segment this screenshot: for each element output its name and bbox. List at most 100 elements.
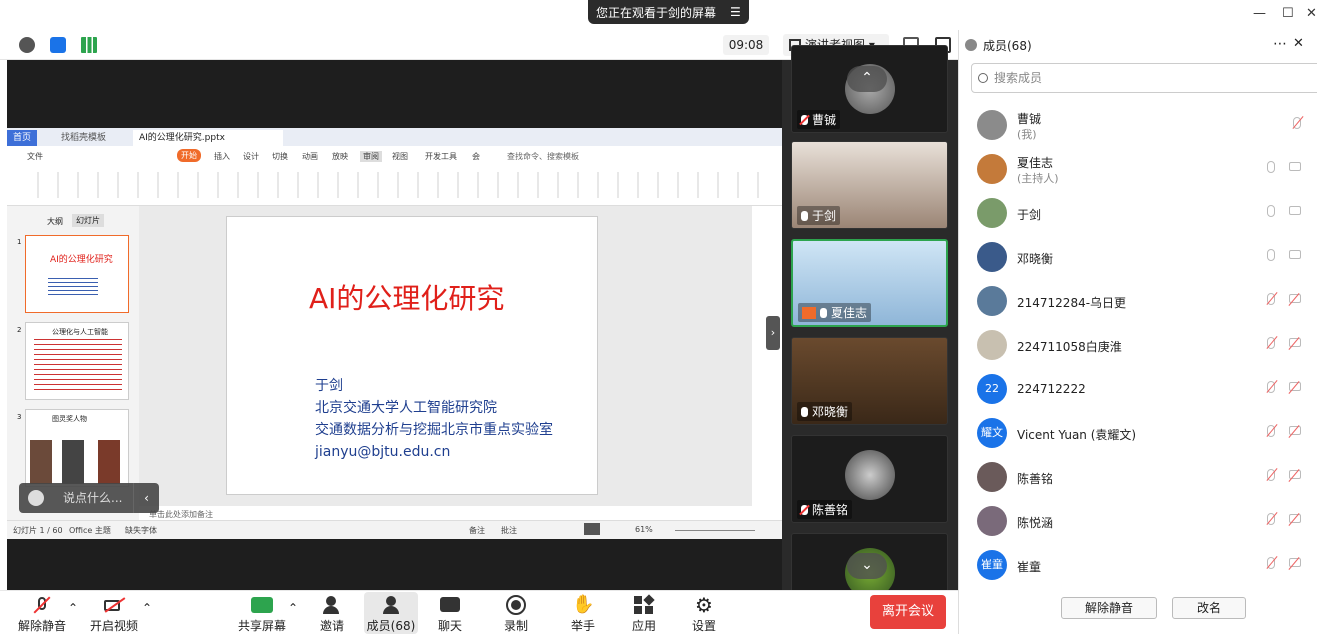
ribbon-icons[interactable]: [19, 172, 759, 198]
record-button[interactable]: 录制: [504, 595, 528, 634]
rename-button[interactable]: 改名: [1172, 597, 1246, 619]
camera-off-icon[interactable]: [1289, 470, 1301, 479]
play-icon[interactable]: [584, 523, 600, 535]
signal-icon[interactable]: [81, 37, 97, 53]
mic-off-icon[interactable]: [1267, 381, 1275, 393]
members-button[interactable]: 成员(68): [364, 592, 418, 634]
outline-tab[interactable]: 大纲: [47, 216, 63, 227]
info-icon[interactable]: [19, 37, 35, 53]
minimize-icon[interactable]: —: [1253, 6, 1266, 21]
member-row[interactable]: 陈悦涵: [975, 500, 1315, 540]
share-screen-button[interactable]: 共享屏幕: [238, 595, 286, 634]
shield-icon[interactable]: [50, 37, 66, 53]
scroll-down-icon[interactable]: ⌄: [847, 553, 887, 579]
menu-home[interactable]: 开始: [177, 149, 201, 162]
close-panel-icon[interactable]: ✕: [1293, 36, 1304, 51]
emoji-icon[interactable]: [28, 490, 44, 506]
camera-icon[interactable]: [1289, 162, 1301, 171]
member-row[interactable]: 耀文 Vicent Yuan (袁耀文): [975, 412, 1315, 452]
video-tile[interactable]: 于剑: [791, 141, 948, 229]
wps-search[interactable]: 查找命令、搜索模板: [507, 151, 579, 162]
wps-tab-template[interactable]: 找稻壳模板: [55, 130, 112, 146]
collapse-chat-icon[interactable]: ‹: [133, 483, 159, 513]
status-notes[interactable]: 备注: [469, 525, 485, 536]
strip-toggle-icon[interactable]: ›: [766, 316, 780, 350]
close-icon[interactable]: ✕: [1306, 6, 1317, 21]
member-row[interactable]: 曹铖 (我): [975, 104, 1315, 144]
slide-thumb-1[interactable]: AI的公理化研究: [25, 235, 129, 313]
scroll-up-icon[interactable]: ⌃: [847, 66, 887, 92]
menu-icon[interactable]: ☰: [730, 5, 741, 19]
member-search-input[interactable]: 搜索成员: [971, 63, 1317, 93]
member-row[interactable]: 陈善铭: [975, 456, 1315, 496]
more-icon[interactable]: ⋯: [1273, 36, 1287, 52]
mic-off-icon[interactable]: [1293, 117, 1301, 129]
member-row[interactable]: 于剑: [975, 192, 1315, 232]
camera-off-icon[interactable]: [1289, 426, 1301, 435]
member-row[interactable]: 214712284-乌日更: [975, 280, 1315, 320]
menu-file[interactable]: 文件: [27, 151, 43, 162]
camera-off-icon[interactable]: [1289, 558, 1301, 567]
leave-meeting-button[interactable]: 离开会议: [870, 595, 946, 629]
menu-more[interactable]: 会: [472, 151, 480, 162]
menu-slideshow[interactable]: 放映: [332, 151, 348, 162]
invite-button[interactable]: 邀请: [320, 595, 344, 634]
thumb-photo: [30, 440, 52, 484]
camera-off-icon[interactable]: [1289, 338, 1301, 347]
menu-devtools[interactable]: 开发工具: [425, 151, 457, 162]
menu-transition[interactable]: 切换: [272, 151, 288, 162]
status-comment[interactable]: 批注: [501, 525, 517, 536]
share-banner[interactable]: 您正在观看于剑的屏幕 ☰: [588, 0, 749, 24]
mic-icon[interactable]: [1267, 205, 1275, 217]
mic-off-icon[interactable]: [1267, 293, 1275, 305]
video-tile[interactable]: 邓晓衡: [791, 337, 948, 425]
share-label: 共享屏幕: [238, 619, 287, 633]
apps-button[interactable]: 应用: [632, 594, 656, 634]
settings-button[interactable]: ⚙ 设置: [692, 595, 716, 634]
slide-thumb-2[interactable]: 公理化与人工智能: [25, 322, 129, 400]
current-slide[interactable]: AI的公理化研究 于剑 北京交通大学人工智能研究院 交通数据分析与挖掘北京市重点…: [226, 216, 598, 495]
unmute-all-button[interactable]: 解除静音: [1061, 597, 1157, 619]
mic-icon[interactable]: [1267, 249, 1275, 261]
chat-input-pill[interactable]: 说点什么... ‹: [19, 483, 159, 513]
gear-icon: ⚙: [695, 593, 713, 617]
camera-off-icon[interactable]: [1289, 294, 1301, 303]
member-row[interactable]: 22 224712222: [975, 368, 1315, 408]
mic-off-icon[interactable]: [1267, 557, 1275, 569]
chat-button[interactable]: 聊天: [438, 595, 462, 634]
raise-hand-button[interactable]: ✋ 举手: [571, 595, 595, 634]
video-button[interactable]: 开启视频: [90, 595, 138, 634]
slide-thumb-3[interactable]: 图灵奖人物: [25, 409, 129, 487]
camera-off-icon[interactable]: [1289, 382, 1301, 391]
menu-animation[interactable]: 动画: [302, 151, 318, 162]
menu-design[interactable]: 设计: [243, 151, 259, 162]
menu-review[interactable]: 审阅: [360, 151, 382, 162]
audio-options-icon[interactable]: ⌃: [68, 601, 78, 615]
video-tile[interactable]: 陈善铭: [791, 435, 948, 523]
wps-tab-file[interactable]: AI的公理化研究.pptx: [133, 130, 283, 146]
mic-off-icon[interactable]: [1267, 337, 1275, 349]
wps-tab-home[interactable]: 首页: [7, 130, 38, 146]
video-tile-active[interactable]: 夏佳志: [791, 239, 948, 327]
camera-off-icon[interactable]: [1289, 514, 1301, 523]
member-row[interactable]: 崔童 崔童: [975, 544, 1315, 584]
slides-tab[interactable]: 幻灯片: [72, 214, 104, 227]
maximize-icon[interactable]: ☐: [1282, 6, 1294, 21]
menu-insert[interactable]: 插入: [214, 151, 230, 162]
video-options-icon[interactable]: ⌃: [142, 601, 152, 615]
share-options-icon[interactable]: ⌃: [288, 601, 298, 615]
camera-icon[interactable]: [1289, 206, 1301, 215]
member-row[interactable]: 邓晓衡: [975, 236, 1315, 276]
zoom-slider[interactable]: [675, 530, 755, 531]
mic-icon[interactable]: [1267, 161, 1275, 173]
mic-icon: [801, 210, 808, 221]
menu-view[interactable]: 视图: [392, 151, 408, 162]
mic-off-icon[interactable]: [1267, 513, 1275, 525]
member-row[interactable]: 224711058白庚淮: [975, 324, 1315, 364]
mic-off-icon[interactable]: [1267, 469, 1275, 481]
unmute-button[interactable]: 解除静音: [18, 595, 66, 634]
status-font[interactable]: 缺失字体: [125, 525, 157, 536]
mic-off-icon[interactable]: [1267, 425, 1275, 437]
camera-icon[interactable]: [1289, 250, 1301, 259]
member-row[interactable]: 夏佳志 (主持人): [975, 148, 1315, 188]
